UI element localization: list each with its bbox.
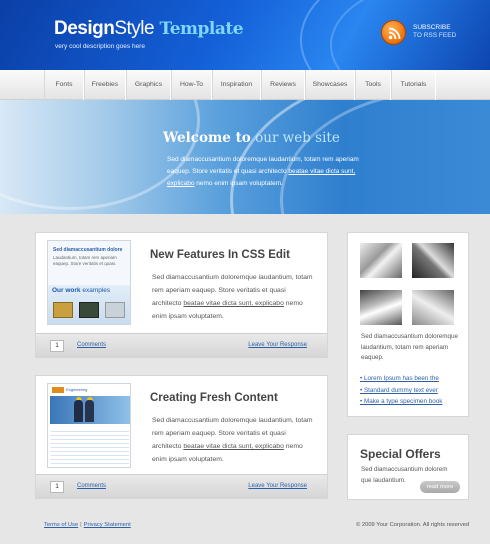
sidebar-link[interactable]: Standard dummy text ever: [360, 387, 438, 394]
post-footer: 1 Comments Leave Your Response: [36, 474, 327, 498]
site-logo[interactable]: DesignStyle Template: [54, 18, 244, 40]
post-card: Engineering Creating Fresh Content Sed d…: [35, 375, 328, 499]
thumb-image: [105, 302, 125, 318]
post-footer: 1 Comments Leave Your Response: [36, 333, 327, 357]
copyright-text: © 2009 Your Corporation. All rights rese…: [356, 522, 470, 528]
thumb-text-lines: [51, 428, 129, 466]
post-thumbnail[interactable]: Engineering: [47, 383, 131, 468]
thumb-caption: Our work examples: [52, 287, 111, 294]
footer-links: Terms of Use | Privacy Statement: [44, 522, 131, 528]
thumb-photo-figure: [74, 400, 83, 422]
comments-link[interactable]: Comments: [77, 342, 106, 348]
thumb-logo-mark: [52, 387, 64, 393]
subscribe-rss-link[interactable]: SUBSCRIBE TO RSS FEED: [413, 24, 456, 40]
comments-link[interactable]: Comments: [77, 483, 106, 489]
thumb-text: Laudantium, totam rem aperiam eaquep. St…: [53, 255, 117, 266]
privacy-link[interactable]: Privacy Statement: [84, 522, 131, 528]
nav-item-tools[interactable]: Tools: [355, 70, 391, 100]
gallery-thumb[interactable]: [412, 290, 454, 325]
post-card: Sed diamaccusantium dolore Laudantium, t…: [35, 232, 328, 358]
thumb-photo-helmet: [87, 397, 93, 400]
thumb-title: Sed diamaccusantium dolore: [53, 247, 123, 253]
nav-item-how-to[interactable]: How-To: [171, 70, 212, 100]
sidebar-link[interactable]: Make a type specimen book: [360, 398, 442, 405]
header-decoration: [330, 0, 490, 70]
nav-item-showcases[interactable]: Showcases: [305, 70, 355, 100]
thumb-image: [53, 302, 73, 318]
comment-count-badge: 1: [50, 481, 64, 493]
thumb-photo-helmet: [76, 397, 82, 400]
post-excerpt-link[interactable]: beatae vitae dicta sunt, explicabo: [183, 300, 284, 307]
post-title[interactable]: New Features In CSS Edit: [150, 249, 290, 261]
welcome-banner: Welcome to our web site Sed diamaccusant…: [0, 100, 490, 214]
sidebar-link[interactable]: Lorem Ipsum has been the: [360, 375, 439, 382]
post-excerpt: Sed diamaccusantium doloremque laudantiu…: [152, 417, 313, 463]
nav-item-freebies[interactable]: Freebies: [84, 70, 126, 100]
special-offers-title: Special Offers: [360, 447, 441, 461]
special-offers-box: Special Offers Sed diamaccusantium dolor…: [347, 434, 469, 500]
main-nav: Fonts Freebies Graphics How-To Inspirati…: [0, 70, 490, 100]
gallery-thumb[interactable]: [412, 243, 454, 278]
post-title[interactable]: Creating Fresh Content: [150, 392, 278, 404]
site-tagline: very cool description goes here: [55, 43, 145, 50]
gallery-thumb[interactable]: [360, 243, 402, 278]
read-more-button[interactable]: read more: [420, 481, 460, 493]
footer-separator: |: [80, 522, 82, 528]
thumb-logo: Engineering: [66, 387, 88, 392]
leave-response-link[interactable]: Leave Your Response: [248, 342, 307, 348]
nav-item-inspiration[interactable]: Inspiration: [212, 70, 261, 100]
comment-count-badge: 1: [50, 340, 64, 352]
welcome-text: Sed diamaccusantium doloremque laudantiu…: [167, 156, 359, 187]
nav-item-fonts[interactable]: Fonts: [44, 70, 84, 100]
post-thumbnail[interactable]: Sed diamaccusantium dolore Laudantium, t…: [47, 240, 131, 325]
post-excerpt-link[interactable]: beatae vitae dicta sunt, explicabo: [183, 443, 284, 450]
post-excerpt: Sed diamaccusantium doloremque laudantiu…: [152, 274, 313, 320]
rss-icon[interactable]: [381, 20, 406, 45]
leave-response-link[interactable]: Leave Your Response: [248, 483, 307, 489]
thumb-photo-figure: [85, 400, 94, 422]
site-header: DesignStyle Template very cool descripti…: [0, 0, 490, 70]
terms-link[interactable]: Terms of Use: [44, 522, 78, 528]
nav-item-reviews[interactable]: Reviews: [261, 70, 305, 100]
welcome-title: Welcome to our web site: [163, 130, 340, 146]
gallery-thumb[interactable]: [360, 290, 402, 325]
nav-item-tutorials[interactable]: Tutorials: [391, 70, 436, 100]
sidebar-text: Sed diamaccusantium doloremque laudantiu…: [361, 333, 458, 361]
sidebar-gallery-box: Sed diamaccusantium doloremque laudantiu…: [347, 232, 469, 417]
nav-item-graphics[interactable]: Graphics: [126, 70, 171, 100]
thumb-image: [79, 302, 99, 318]
